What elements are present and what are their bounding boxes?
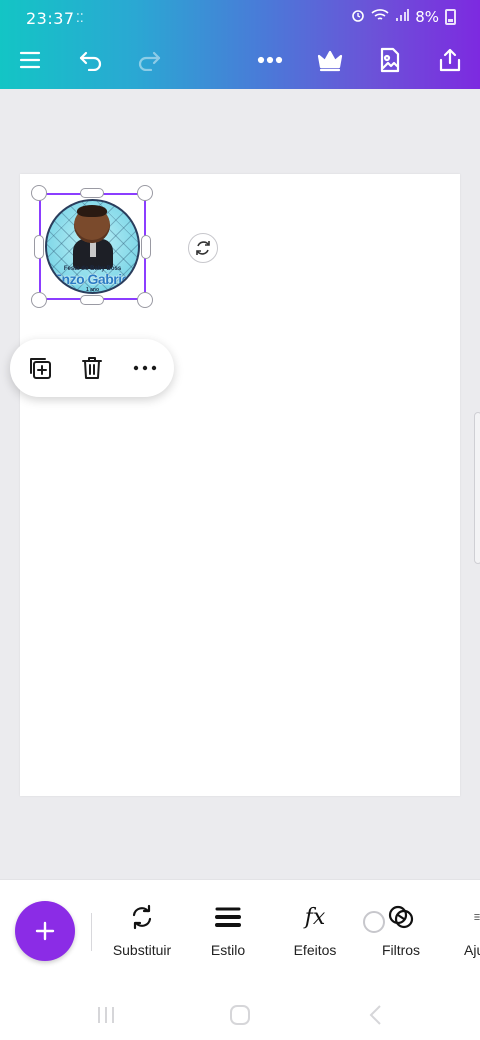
touch-indicator	[363, 911, 385, 933]
resize-handle-bottom-right[interactable]	[137, 292, 153, 308]
premium-button[interactable]	[310, 40, 350, 80]
duplicate-button[interactable]	[20, 348, 60, 388]
tool-ajustar[interactable]: Aju	[440, 898, 480, 968]
style-icon	[188, 900, 268, 934]
status-bar: 23:37 ⁚⁚ 8%	[0, 0, 480, 36]
home-icon	[230, 1005, 250, 1025]
undo-icon	[79, 51, 102, 71]
redo-icon	[138, 51, 161, 71]
editor-toolbar	[0, 40, 480, 80]
notification-icons: ⁚⁚	[76, 11, 84, 25]
trash-icon	[82, 357, 102, 379]
recent-apps-button[interactable]	[86, 1000, 126, 1030]
copy-icon	[30, 358, 51, 379]
sticker-name: Enzo Gabriel	[52, 271, 133, 287]
back-icon	[369, 1005, 381, 1025]
back-button[interactable]	[356, 1000, 396, 1030]
rotate-icon	[196, 241, 210, 255]
resize-handle-top-left[interactable]	[31, 185, 47, 201]
tool-label: Aju	[464, 942, 480, 958]
baby-boss-sticker: Festa do Baby Boss Enzo Gabriel 1 ano	[45, 199, 140, 294]
delete-button[interactable]	[72, 348, 112, 388]
tool-filtros[interactable]: Filtros	[361, 898, 441, 968]
context-more-button[interactable]	[125, 348, 165, 388]
rotate-button[interactable]	[188, 233, 218, 263]
baby-tie	[90, 241, 96, 257]
redo-button[interactable]	[129, 40, 169, 80]
battery-icon	[445, 9, 456, 25]
more-options-button[interactable]	[250, 40, 290, 80]
signal-icon	[395, 8, 410, 26]
battery-percent: 8%	[415, 8, 439, 26]
element-context-menu	[10, 339, 174, 397]
resize-handle-bottom[interactable]	[80, 295, 104, 305]
resize-handle-bottom-left[interactable]	[31, 292, 47, 308]
resize-handle-left[interactable]	[34, 235, 44, 259]
selected-image-element[interactable]: Festa do Baby Boss Enzo Gabriel 1 ano	[39, 193, 146, 300]
status-time: 23:37	[26, 9, 75, 28]
download-button[interactable]	[370, 40, 410, 80]
share-icon	[439, 48, 461, 72]
more-icon	[257, 56, 283, 64]
wifi-icon	[371, 8, 389, 26]
plus-icon	[35, 921, 55, 941]
menu-button[interactable]	[10, 40, 50, 80]
resize-handle-right[interactable]	[141, 235, 151, 259]
more-icon	[133, 365, 157, 371]
undo-button[interactable]	[71, 40, 111, 80]
system-nav-bar	[0, 990, 480, 1040]
baby-hair	[77, 205, 107, 217]
home-button[interactable]	[220, 1000, 260, 1030]
replace-icon	[102, 900, 182, 934]
status-right: 8%	[351, 8, 456, 26]
top-app-bar: 23:37 ⁚⁚ 8%	[0, 0, 480, 89]
add-element-button[interactable]	[15, 901, 75, 961]
sticker-age: 1 ano	[85, 287, 100, 293]
menu-icon	[19, 51, 41, 69]
page-scroll-handle[interactable]	[474, 412, 480, 564]
share-button[interactable]	[430, 40, 470, 80]
crown-icon	[317, 50, 343, 72]
recents-icon	[98, 1007, 114, 1023]
image-file-icon	[380, 47, 400, 73]
fx-icon: fx	[304, 904, 326, 930]
adjust-icon	[440, 900, 480, 934]
alarm-icon	[351, 8, 365, 26]
resize-handle-top-right[interactable]	[137, 185, 153, 201]
resize-handle-top[interactable]	[80, 188, 104, 198]
